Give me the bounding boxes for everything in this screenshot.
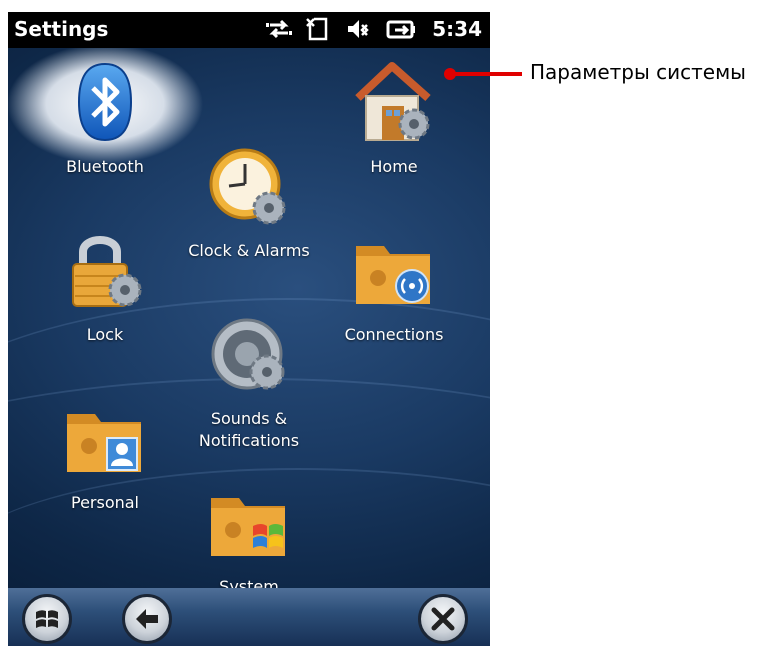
back-arrow-icon [136, 609, 158, 629]
app-label: Clock & Alarms [188, 241, 310, 260]
app-bluetooth[interactable]: Bluetooth [8, 48, 203, 198]
app-label: Connections [344, 325, 444, 344]
folder-contact-icon [67, 414, 141, 472]
close-x-icon [431, 607, 455, 631]
back-button[interactable] [122, 594, 172, 644]
app-label: Home [370, 157, 418, 176]
app-clock-alarms[interactable]: Clock & Alarms [169, 142, 329, 282]
app-label: System [219, 577, 279, 588]
status-title[interactable]: Settings [14, 17, 108, 41]
device-screen: Settings 5:34 Bluetooth Home Clock & Ala… [8, 12, 490, 646]
no-sim-icon[interactable] [306, 16, 332, 42]
app-connections[interactable]: Connections [314, 226, 474, 366]
folder-wireless-icon [356, 246, 430, 304]
speaker-muted-icon[interactable] [346, 16, 372, 42]
app-system[interactable]: System [169, 478, 329, 588]
app-label-line2: Notifications [198, 431, 300, 450]
sync-arrows-icon[interactable] [266, 16, 293, 42]
clock-gear-icon [209, 148, 286, 225]
app-label: Personal [70, 493, 139, 512]
start-button[interactable] [22, 594, 72, 644]
app-label: Bluetooth [66, 157, 144, 176]
battery-charging-icon[interactable] [386, 16, 416, 42]
status-bar: Settings 5:34 [8, 12, 490, 48]
app-sounds-notifications[interactable]: Sounds & Notifications [169, 310, 329, 450]
status-time[interactable]: 5:34 [432, 17, 482, 41]
close-button[interactable] [418, 594, 468, 644]
app-lock[interactable]: Lock [25, 226, 185, 366]
status-icons: 5:34 [266, 16, 482, 42]
taskbar [8, 588, 490, 646]
settings-grid: Bluetooth Home Clock & Alarms Lock Conne… [8, 48, 490, 588]
callout-label: Параметры системы [530, 60, 746, 84]
folder-windows-icon [211, 498, 285, 556]
app-label-line1: Sounds & [210, 409, 288, 428]
app-personal[interactable]: Personal [25, 394, 185, 534]
padlock-gear-icon [72, 236, 142, 307]
windows-start-icon [36, 610, 58, 628]
app-label: Lock [86, 325, 124, 344]
speaker-gear-icon [211, 318, 285, 390]
house-gear-icon [355, 62, 431, 141]
callout-line [452, 72, 522, 76]
bluetooth-icon [77, 62, 133, 142]
